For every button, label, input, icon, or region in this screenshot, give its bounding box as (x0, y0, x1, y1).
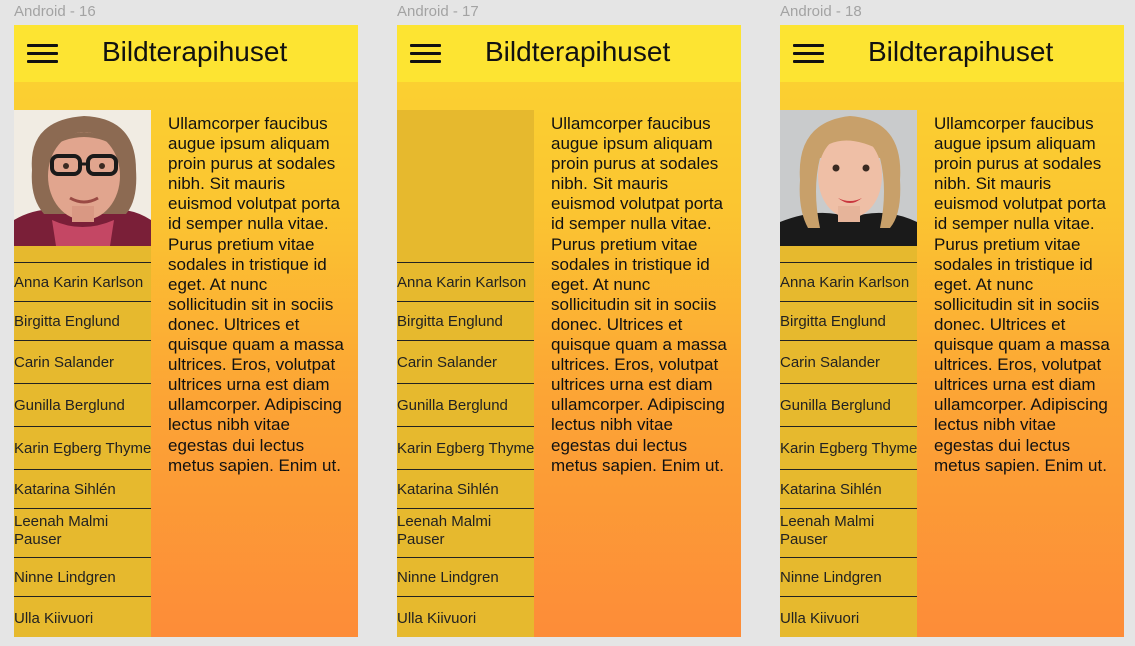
name-label: Birgitta Englund (780, 312, 886, 330)
name-label: Anna Karin Karlson (397, 273, 527, 291)
name-item[interactable]: Leenah Malmi Pauser (780, 508, 917, 557)
phone-screen-1: Bildterapihuset Anna Karin Karlson Birgi… (14, 25, 358, 637)
name-item[interactable]: Katarina Sihlén (397, 469, 534, 508)
name-item[interactable]: Karin Egberg Thyme (780, 426, 917, 469)
phone-screen-3: Bildterapihuset Anna Karin Karlson Birgi… (780, 25, 1124, 637)
name-label: Katarina Sihlén (14, 480, 116, 498)
body-text: Ullamcorper faucibus augue ipsum aliquam… (551, 114, 727, 475)
name-item[interactable]: Katarina Sihlén (14, 469, 151, 508)
name-label: Carin Salander (14, 353, 115, 371)
name-item[interactable]: Gunilla Berglund (780, 383, 917, 426)
sidebar: Anna Karin Karlson Birgitta Englund Cari… (780, 110, 917, 637)
name-label: Birgitta Englund (397, 312, 503, 330)
name-label: Ulla Kiivuori (780, 609, 860, 627)
name-label: Anna Karin Karlson (780, 273, 910, 291)
hamburger-menu-icon[interactable] (793, 44, 824, 64)
woman-glasses-photo (14, 110, 151, 246)
frame-label-1: Android - 16 (14, 3, 96, 20)
app-bar: Bildterapihuset (780, 25, 1124, 82)
name-item[interactable]: Karin Egberg Thyme (397, 426, 534, 469)
app-title: Bildterapihuset (102, 36, 288, 67)
name-item[interactable]: Ninne Lindgren (780, 557, 917, 596)
hamburger-menu-icon[interactable] (410, 44, 441, 64)
name-item[interactable]: Ulla Kiivuori (397, 596, 534, 637)
name-label: Ninne Lindgren (14, 568, 116, 586)
name-label: Katarina Sihlén (780, 480, 882, 498)
frame-label-2: Android - 17 (397, 3, 479, 20)
app-title: Bildterapihuset (485, 36, 671, 67)
name-label: Leenah Malmi Pauser (14, 513, 109, 548)
body-text: Ullamcorper faucibus augue ipsum aliquam… (934, 114, 1110, 475)
name-label: Karin Egberg Thyme (14, 439, 152, 457)
name-item[interactable]: Carin Salander (397, 340, 534, 383)
body-text: Ullamcorper faucibus augue ipsum aliquam… (168, 114, 344, 475)
name-label: Karin Egberg Thyme (397, 439, 535, 457)
name-item[interactable]: Anna Karin Karlson (780, 262, 917, 301)
name-list: Anna Karin Karlson Birgitta Englund Cari… (14, 262, 151, 637)
sidebar: Anna Karin Karlson Birgitta Englund Cari… (397, 110, 534, 637)
name-item[interactable]: Karin Egberg Thyme (14, 426, 151, 469)
phone-screen-2: Bildterapihuset Anna Karin Karlson Birgi… (397, 25, 741, 637)
frame-label-3: Android - 18 (780, 3, 862, 20)
name-label: Gunilla Berglund (780, 396, 891, 414)
name-item[interactable]: Birgitta Englund (780, 301, 917, 340)
sidebar: Anna Karin Karlson Birgitta Englund Cari… (14, 110, 151, 637)
name-label: Leenah Malmi Pauser (780, 513, 875, 548)
empty-photo-placeholder (397, 110, 534, 246)
app-title: Bildterapihuset (868, 36, 1054, 67)
name-item[interactable]: Ulla Kiivuori (14, 596, 151, 637)
name-label: Katarina Sihlén (397, 480, 499, 498)
name-label: Birgitta Englund (14, 312, 120, 330)
name-label: Carin Salander (397, 353, 498, 371)
name-item[interactable]: Ninne Lindgren (14, 557, 151, 596)
name-label: Ninne Lindgren (397, 568, 499, 586)
name-label: Ulla Kiivuori (14, 609, 94, 627)
name-item[interactable]: Birgitta Englund (14, 301, 151, 340)
name-item[interactable]: Carin Salander (780, 340, 917, 383)
name-label: Leenah Malmi Pauser (397, 513, 492, 548)
name-item[interactable]: Anna Karin Karlson (14, 262, 151, 301)
name-item[interactable]: Carin Salander (14, 340, 151, 383)
name-item[interactable]: Ninne Lindgren (397, 557, 534, 596)
name-label: Anna Karin Karlson (14, 273, 144, 291)
name-item[interactable]: Birgitta Englund (397, 301, 534, 340)
hamburger-menu-icon[interactable] (27, 44, 58, 64)
app-bar: Bildterapihuset (14, 25, 358, 82)
name-list: Anna Karin Karlson Birgitta Englund Cari… (780, 262, 917, 637)
name-item[interactable]: Katarina Sihlén (780, 469, 917, 508)
name-list: Anna Karin Karlson Birgitta Englund Cari… (397, 262, 534, 637)
name-item[interactable]: Gunilla Berglund (397, 383, 534, 426)
name-item[interactable]: Leenah Malmi Pauser (14, 508, 151, 557)
blonde-woman-photo (780, 110, 917, 246)
name-label: Carin Salander (780, 353, 881, 371)
app-bar: Bildterapihuset (397, 25, 741, 82)
name-item[interactable]: Gunilla Berglund (14, 383, 151, 426)
name-item[interactable]: Anna Karin Karlson (397, 262, 534, 301)
name-label: Ulla Kiivuori (397, 609, 477, 627)
name-label: Gunilla Berglund (397, 396, 508, 414)
name-item[interactable]: Leenah Malmi Pauser (397, 508, 534, 557)
name-label: Ninne Lindgren (780, 568, 882, 586)
name-label: Karin Egberg Thyme (780, 439, 918, 457)
name-label: Gunilla Berglund (14, 396, 125, 414)
name-item[interactable]: Ulla Kiivuori (780, 596, 917, 637)
